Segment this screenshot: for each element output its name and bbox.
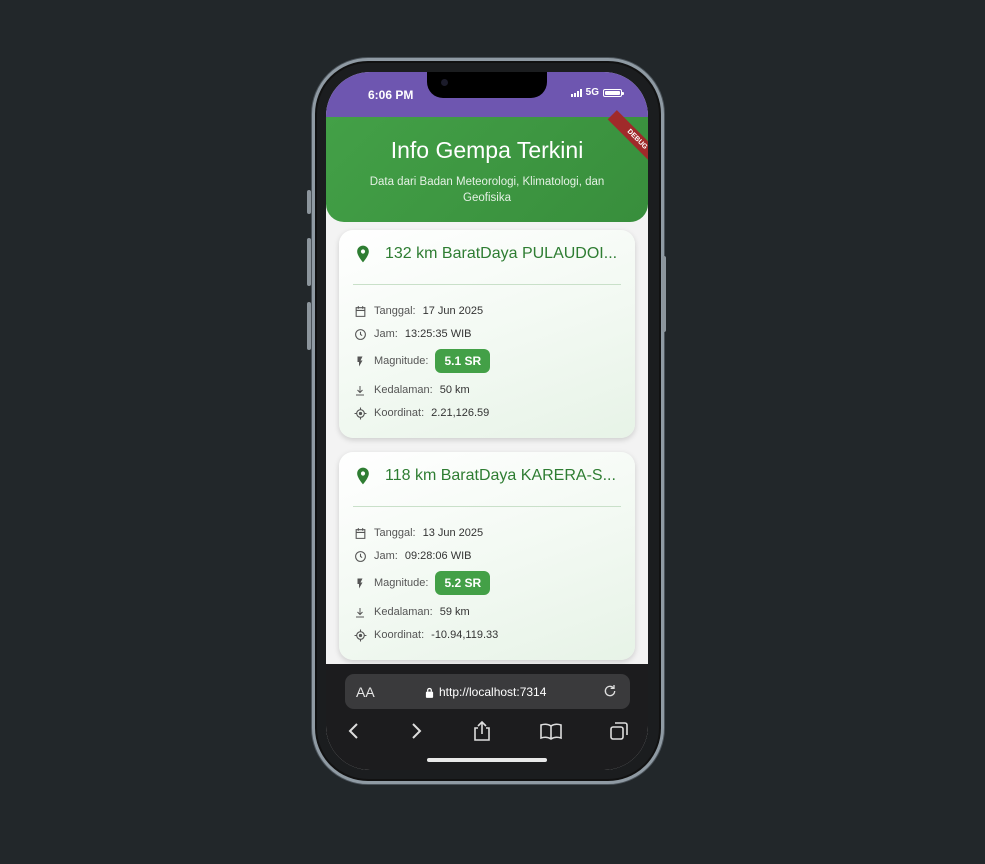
camera-notch bbox=[427, 72, 547, 98]
calendar-icon bbox=[353, 526, 367, 540]
time-label: Jam: bbox=[374, 550, 398, 562]
quake-card[interactable]: 118 km BaratDaya KARERA-S... Tanggal: 13… bbox=[339, 452, 635, 660]
status-indicators: 5G bbox=[570, 87, 624, 98]
status-bar: 6:06 PM 5G bbox=[326, 72, 648, 117]
depth-label: Kedalaman: bbox=[374, 384, 433, 396]
app-header: Info Gempa Terkini Data dari Badan Meteo… bbox=[326, 117, 648, 222]
date-row: Tanggal: 17 Jun 2025 bbox=[353, 304, 483, 318]
depth-row: Kedalaman: 50 km bbox=[353, 383, 470, 397]
tabs-icon[interactable] bbox=[608, 719, 630, 743]
page-subtitle: Data dari Badan Meteorologi, Klimatologi… bbox=[369, 176, 605, 204]
lock-icon bbox=[425, 687, 434, 698]
card-divider bbox=[353, 506, 621, 507]
phone-screen: 6:06 PM 5G Info Gempa Terkini Data dari … bbox=[326, 72, 648, 770]
phone-action-button bbox=[307, 190, 311, 214]
magnitude-label: Magnitude: bbox=[374, 355, 429, 367]
signal-icon bbox=[570, 88, 582, 97]
magnitude-label: Magnitude: bbox=[374, 577, 429, 589]
time-value: 09:28:06 WIB bbox=[404, 550, 472, 562]
gps-target-icon bbox=[353, 406, 367, 420]
clock-icon bbox=[353, 549, 367, 563]
reload-icon[interactable] bbox=[602, 683, 618, 699]
quake-card[interactable]: 132 km BaratDaya PULAUDOI... Tanggal: 17… bbox=[339, 230, 635, 438]
coordinates-label: Koordinat: bbox=[374, 407, 425, 419]
magnitude-row: Magnitude: 5.1 SR bbox=[353, 349, 491, 373]
date-row: Tanggal: 13 Jun 2025 bbox=[353, 526, 483, 540]
coordinates-value: -10.94,119.33 bbox=[431, 629, 499, 641]
depth-row: Kedalaman: 59 km bbox=[353, 605, 470, 619]
location-pin-icon bbox=[357, 467, 369, 485]
time-row: Jam: 09:28:06 WIB bbox=[353, 549, 472, 563]
network-label: 5G bbox=[585, 87, 599, 98]
flash-icon bbox=[353, 576, 367, 590]
date-value: 17 Jun 2025 bbox=[422, 305, 484, 317]
back-icon[interactable] bbox=[343, 719, 365, 743]
card-header: 132 km BaratDaya PULAUDOI... bbox=[353, 244, 621, 264]
phone-power-button bbox=[662, 256, 666, 332]
coordinates-row: Koordinat: 2.21,126.59 bbox=[353, 406, 489, 420]
calendar-icon bbox=[353, 304, 367, 318]
time-label: Jam: bbox=[374, 328, 398, 340]
date-label: Tanggal: bbox=[374, 527, 416, 539]
depth-label: Kedalaman: bbox=[374, 606, 433, 618]
share-icon[interactable] bbox=[471, 719, 493, 743]
address-bar[interactable]: AA http://localhost:7314 bbox=[345, 674, 630, 709]
time-value: 13:25:35 WIB bbox=[404, 328, 472, 340]
depth-value: 50 km bbox=[439, 384, 470, 396]
magnitude-badge: 5.2 SR bbox=[435, 571, 491, 595]
home-indicator[interactable] bbox=[427, 758, 547, 762]
depth-value: 59 km bbox=[439, 606, 470, 618]
quake-location: 132 km BaratDaya PULAUDOI... bbox=[385, 245, 618, 262]
flash-icon bbox=[353, 354, 367, 368]
gps-target-icon bbox=[353, 628, 367, 642]
location-pin-icon bbox=[357, 245, 369, 263]
camera-lens bbox=[441, 79, 448, 86]
clock-icon bbox=[353, 327, 367, 341]
battery-icon bbox=[603, 88, 624, 97]
date-label: Tanggal: bbox=[374, 305, 416, 317]
magnitude-row: Magnitude: 5.2 SR bbox=[353, 571, 491, 595]
bookmarks-icon[interactable] bbox=[540, 719, 562, 743]
coordinates-label: Koordinat: bbox=[374, 629, 425, 641]
card-divider bbox=[353, 284, 621, 285]
status-time: 6:06 PM bbox=[368, 88, 414, 102]
time-row: Jam: 13:25:35 WIB bbox=[353, 327, 472, 341]
reader-settings-button[interactable]: AA bbox=[356, 684, 375, 700]
magnitude-badge: 5.1 SR bbox=[435, 349, 491, 373]
coordinates-row: Koordinat: -10.94,119.33 bbox=[353, 628, 498, 642]
phone-volume-up-button bbox=[307, 238, 311, 286]
card-header: 118 km BaratDaya KARERA-S... bbox=[353, 466, 621, 486]
url-display[interactable]: http://localhost:7314 bbox=[425, 685, 546, 699]
browser-toolbar: AA http://localhost:7314 bbox=[326, 664, 648, 770]
quake-location: 118 km BaratDaya KARERA-S... bbox=[385, 467, 616, 484]
quake-list[interactable]: 132 km BaratDaya PULAUDOI... Tanggal: 17… bbox=[326, 222, 648, 664]
browser-nav bbox=[326, 719, 648, 745]
forward-icon[interactable] bbox=[405, 719, 427, 743]
depth-icon bbox=[353, 605, 367, 619]
date-value: 13 Jun 2025 bbox=[422, 527, 484, 539]
phone-volume-down-button bbox=[307, 302, 311, 350]
coordinates-value: 2.21,126.59 bbox=[431, 407, 490, 419]
url-text: http://localhost:7314 bbox=[439, 685, 547, 699]
depth-icon bbox=[353, 383, 367, 397]
page-title: Info Gempa Terkini bbox=[390, 137, 584, 163]
